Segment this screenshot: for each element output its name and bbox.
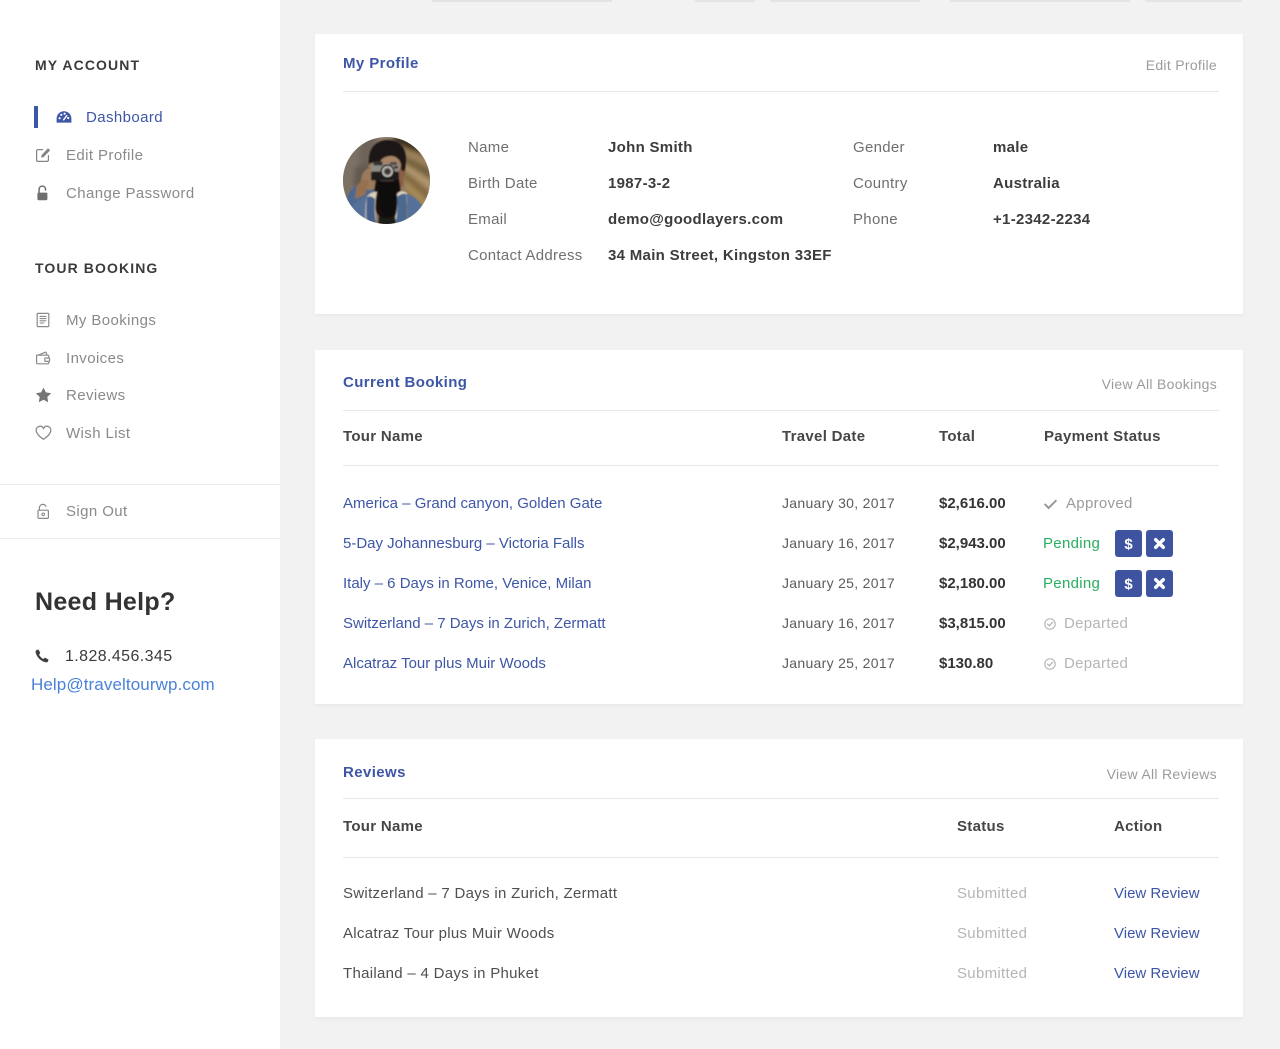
svg-text:$: $ xyxy=(1124,536,1133,553)
svg-text:$: $ xyxy=(1124,576,1133,593)
